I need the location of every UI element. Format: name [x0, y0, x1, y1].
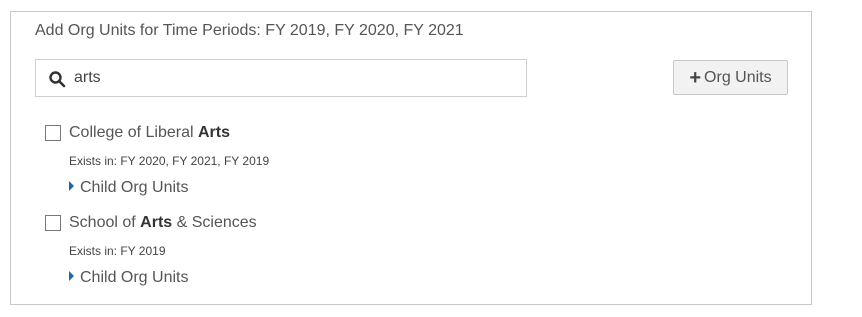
exists-in-text: Exists in: FY 2020, FY 2021, FY 2019: [69, 154, 270, 168]
add-org-units-panel: Add Org Units for Time Periods: FY 2019,…: [10, 11, 812, 305]
search-box[interactable]: [35, 59, 527, 97]
caret-right-icon: [69, 181, 74, 191]
search-icon: [49, 71, 66, 88]
child-org-units-label: Child Org Units: [80, 179, 189, 196]
child-org-units-toggle[interactable]: Child Org Units: [69, 179, 188, 197]
name-match: Arts: [197, 124, 230, 141]
caret-right-icon: [69, 271, 74, 281]
name-text-after: & Sciences: [172, 214, 257, 231]
add-org-units-label: Org Units: [704, 68, 772, 86]
panel-title: Add Org Units for Time Periods: FY 2019,…: [35, 22, 464, 39]
name-text: School of: [69, 214, 141, 231]
org-unit-checkbox[interactable]: [45, 215, 61, 231]
org-unit-name: College of Liberal Arts: [69, 124, 230, 142]
name-text: College of Liberal: [69, 124, 198, 141]
org-unit-checkbox[interactable]: [45, 125, 61, 141]
child-org-units-toggle[interactable]: Child Org Units: [69, 269, 188, 287]
add-org-units-button[interactable]: + Org Units: [673, 60, 788, 95]
search-input[interactable]: [74, 60, 514, 96]
exists-in-text: Exists in: FY 2019: [69, 244, 166, 258]
name-match: Arts: [140, 214, 173, 231]
org-unit-name: School of Arts & Sciences: [69, 214, 257, 232]
plus-icon: +: [689, 66, 702, 89]
child-org-units-label: Child Org Units: [80, 269, 189, 286]
